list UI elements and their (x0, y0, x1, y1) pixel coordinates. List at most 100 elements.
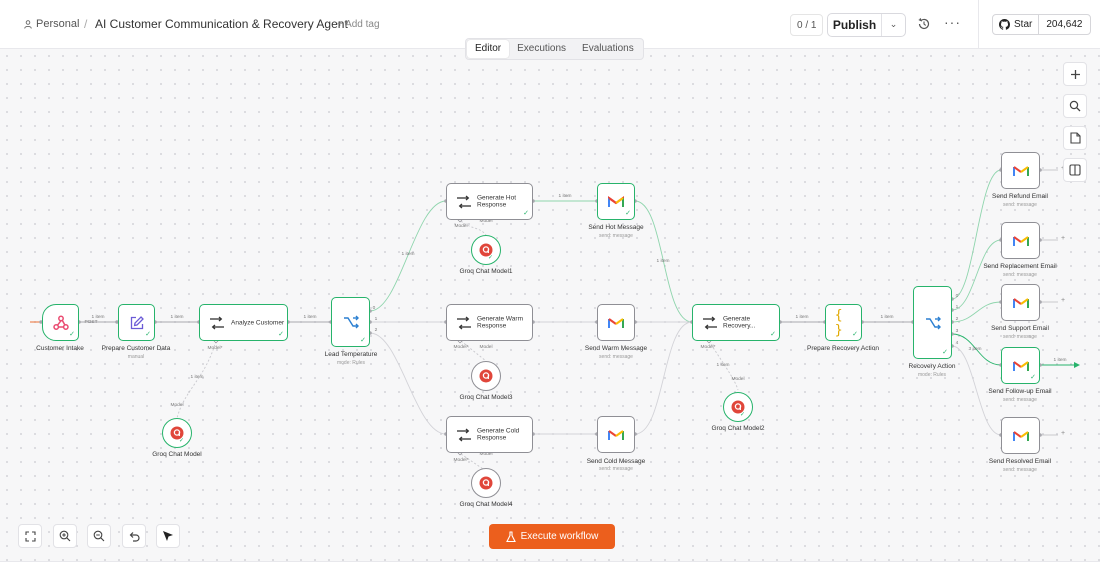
select-tool-button[interactable] (156, 524, 180, 548)
edge-label-model: Model* (700, 345, 716, 350)
more-options-icon[interactable]: ··· (944, 14, 961, 30)
flask-icon (505, 530, 516, 542)
ai-agent-icon (457, 316, 471, 329)
add-node-plus-icon[interactable]: + (1061, 235, 1065, 242)
node-lead-temperature[interactable]: ✓ (331, 297, 370, 347)
search-nodes-button[interactable] (1063, 94, 1087, 118)
success-check-icon: ✓ (770, 331, 776, 338)
node-generate-warm-response[interactable]: Generate Warm Response (446, 304, 533, 341)
node-generate-cold-response[interactable]: Generate Cold Response (446, 416, 533, 453)
node-groq-chat-model[interactable]: ✓ (162, 418, 192, 448)
gmail-icon (1012, 165, 1029, 176)
node-label: Send Resolved Email (988, 458, 1052, 465)
node-label: Send Warm Message (584, 345, 648, 352)
tab-editor[interactable]: Editor (467, 40, 510, 58)
chevron-down-icon[interactable]: ⌄ (882, 14, 905, 36)
success-check-icon: ✓ (178, 438, 184, 444)
add-node-button[interactable] (1063, 62, 1087, 86)
cursor-icon (163, 531, 173, 541)
node-groq-chat-model4[interactable] (471, 468, 501, 498)
node-send-followup-email[interactable]: ✓ (1001, 347, 1040, 384)
node-send-cold-message[interactable] (597, 416, 635, 453)
user-icon (24, 19, 32, 29)
node-send-resolved-email[interactable] (1001, 417, 1040, 454)
node-send-warm-message[interactable] (597, 304, 635, 341)
node-prepare-recovery-action[interactable]: { } ✓ (825, 304, 862, 341)
edge-label-model: Model* (207, 346, 223, 351)
node-groq-chat-model2[interactable]: ✓ (723, 392, 753, 422)
breadcrumb-workspace[interactable]: Personal (24, 18, 79, 30)
ai-agent-icon (457, 428, 471, 441)
gmail-icon (608, 317, 624, 328)
tab-executions[interactable]: Executions (509, 40, 574, 58)
publish-button-group[interactable]: Publish ⌄ (827, 13, 906, 37)
node-label: Lead Temperature (324, 351, 378, 358)
node-groq-chat-model3[interactable] (471, 361, 501, 391)
output-index: 1 (374, 317, 378, 322)
view-tabs: Editor Executions Evaluations (465, 38, 644, 60)
code-braces-icon: { } (834, 307, 843, 338)
workspace-name: Personal (36, 18, 80, 30)
workflow-name[interactable]: AI Customer Communication & Recovery Age… (95, 17, 348, 31)
success-check-icon: ✓ (739, 412, 745, 418)
node-label: Send Hot Message (588, 224, 644, 231)
sticky-note-button[interactable] (1063, 126, 1087, 150)
node-generate-recovery[interactable]: Generate Recovery... ✓ (692, 304, 780, 341)
undo-icon (129, 531, 140, 542)
node-subtitle: send: message (599, 466, 633, 472)
node-subtitle: mode: Rules (336, 360, 366, 366)
breadcrumb-separator: / (84, 17, 88, 31)
history-icon[interactable] (916, 16, 932, 32)
node-send-replacement-email[interactable] (1001, 222, 1040, 259)
ai-agent-icon (210, 316, 224, 329)
node-send-support-email[interactable] (1001, 284, 1040, 321)
gmail-icon (1012, 297, 1029, 308)
node-label: Groq Chat Model2 (711, 425, 765, 432)
node-label: Recovery Action (908, 363, 956, 370)
execute-workflow-button[interactable]: Execute workflow (489, 524, 615, 549)
edge-label-model: Model (170, 403, 184, 408)
node-subtitle: send: message (1003, 467, 1037, 473)
edge-label-model: Model (454, 224, 468, 229)
node-prepare-customer-data[interactable]: ✓ (118, 304, 155, 341)
plus-icon (1070, 69, 1080, 79)
edge-label-model: Model* (453, 458, 469, 463)
output-index: 0 (955, 294, 959, 299)
edge-label-model: Model* (453, 345, 469, 350)
node-label: Send Refund Email (991, 193, 1049, 200)
fit-view-button[interactable] (18, 524, 42, 548)
node-customer-intake[interactable]: ✓ (42, 304, 79, 341)
edge-label: 1 item (795, 315, 809, 320)
node-label: Send Follow-up Email (988, 388, 1052, 395)
zoom-in-button[interactable] (53, 524, 77, 548)
zoom-out-button[interactable] (87, 524, 111, 548)
node-label: Groq Chat Model1 (459, 268, 513, 275)
gmail-icon (1012, 430, 1029, 441)
github-star-button[interactable]: Star 204,642 (992, 14, 1091, 35)
node-generate-hot-response[interactable]: Generate Hot Response ✓ (446, 183, 533, 220)
node-title: Generate Warm Response (477, 315, 523, 330)
edge-label: 1 item (401, 252, 415, 257)
publish-button[interactable]: Publish (828, 14, 882, 36)
toggle-panel-button[interactable] (1063, 158, 1087, 182)
node-analyze-customer[interactable]: Analyze Customer ✓ (199, 304, 288, 341)
edge-label: 1 item (716, 363, 730, 368)
workflow-canvas[interactable]: 1 item POST 1 item 1 item 1 item 1 item … (0, 49, 1100, 561)
gmail-icon (1012, 360, 1029, 371)
add-tag-button[interactable]: + Add tag (337, 19, 380, 30)
node-groq-chat-model1[interactable]: ✓ (471, 235, 501, 265)
node-recovery-action[interactable]: ✓ (913, 286, 952, 359)
zoom-out-icon (93, 530, 105, 542)
undo-button[interactable] (122, 524, 146, 548)
output-index: 0 (372, 306, 376, 311)
fit-view-icon (24, 530, 36, 542)
node-subtitle: send: message (599, 354, 633, 360)
node-label: Groq Chat Model4 (459, 501, 513, 508)
switch-route-icon (925, 316, 941, 329)
tab-evaluations[interactable]: Evaluations (574, 40, 642, 58)
node-send-hot-message[interactable]: ✓ (597, 183, 635, 220)
add-node-plus-icon[interactable]: + (1061, 430, 1065, 437)
edge-label: 1 item (880, 315, 894, 320)
add-node-plus-icon[interactable]: + (1061, 297, 1065, 304)
node-send-refund-email[interactable] (1001, 152, 1040, 189)
